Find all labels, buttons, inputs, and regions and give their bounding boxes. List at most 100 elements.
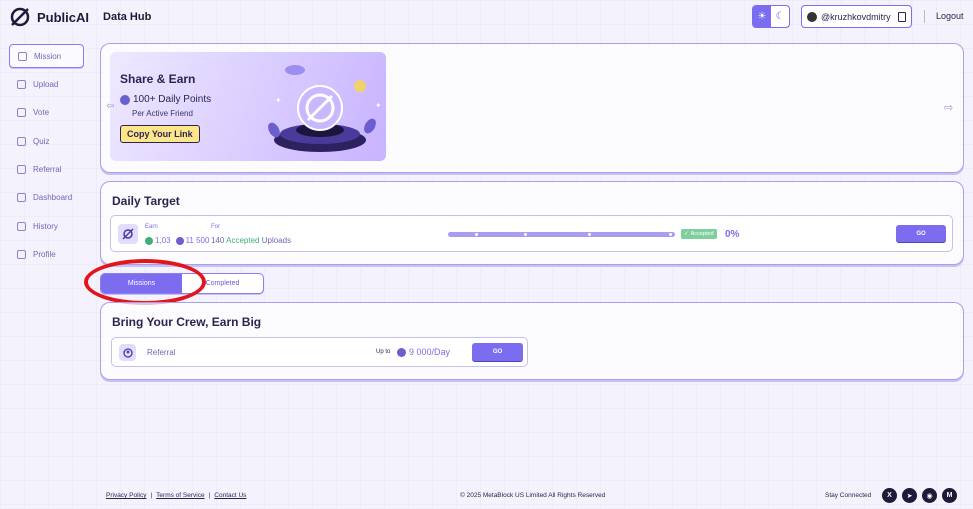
brand-name: PublicAI	[37, 9, 90, 25]
history-icon	[17, 221, 26, 231]
user-account-chip[interactable]: @kruzhkovdmitry	[801, 5, 912, 28]
daily-target-go-button[interactable]: GO	[896, 225, 946, 242]
copyright-text: © 2025 MetaBlock US Limited All Rights R…	[460, 492, 606, 499]
sun-icon[interactable]: ☀	[753, 6, 771, 27]
sidebar-item-referral[interactable]: Referral	[9, 158, 84, 182]
token-coin-icon	[145, 236, 153, 245]
social-links: X ➤ ◉ M	[882, 488, 957, 503]
publicai-badge-icon	[118, 224, 138, 244]
earn-label: Earn	[145, 224, 158, 230]
sidebar-item-quiz[interactable]: Quiz	[9, 129, 84, 153]
referral-mission-row: Referral Up to 9 000/Day GO	[111, 337, 528, 367]
daily-target-row: Earn For 1,03 11 500 140 Accepted Upload…	[110, 215, 953, 252]
upto-label: Up to	[376, 349, 391, 355]
username: @kruzhkovdmitry	[821, 11, 891, 22]
for-uploads: Uploads	[261, 236, 292, 245]
for-accepted: Accepted	[226, 236, 260, 245]
footer-links: Privacy Policy | Terms of Service | Cont…	[106, 492, 246, 499]
progress-step	[524, 233, 527, 236]
svg-text:✦: ✦	[375, 101, 380, 110]
earn-points-value: 11 500	[185, 236, 210, 245]
for-requirement: 140 Accepted Uploads	[211, 236, 291, 245]
sidebar-item-profile[interactable]: Profile	[9, 243, 84, 267]
sidebar-item-upload[interactable]: Upload	[9, 72, 84, 96]
profile-icon	[17, 250, 26, 260]
points-coin-icon	[397, 347, 406, 357]
logout-link[interactable]: Logout	[936, 11, 964, 21]
sidebar-item-label: Vote	[33, 108, 50, 118]
sidebar-item-label: Dashboard	[33, 193, 73, 203]
publicai-logo-icon	[10, 7, 30, 27]
earn-values: 1,03 11 500	[145, 236, 209, 245]
reward-amount-text: 9 000/Day	[409, 347, 451, 357]
share-earn-banner[interactable]: Share & Earn 100+ Daily Points Per Activ…	[110, 52, 386, 161]
status-badge-label: Accepted	[690, 231, 714, 237]
for-count: 140	[211, 236, 225, 245]
quiz-icon	[17, 136, 26, 146]
terms-of-service-link[interactable]: Terms of Service	[156, 492, 204, 499]
vote-icon	[17, 108, 26, 118]
brand-logo[interactable]: PublicAI Data Hub	[9, 6, 151, 28]
banner-subtitle: Per Active Friend	[132, 109, 193, 118]
top-header: PublicAI Data Hub ☀ ☾ @kruzhkovdmitry Lo…	[0, 0, 973, 36]
sidebar-item-vote[interactable]: Vote	[9, 101, 84, 125]
daily-target-title: Daily Target	[112, 194, 180, 208]
referral-icon	[17, 165, 26, 175]
upload-icon	[17, 79, 26, 89]
coin-podium-illustration: ✦ ✦	[268, 65, 380, 152]
sidebar-item-label: Profile	[33, 250, 56, 260]
check-icon: ✓	[684, 231, 689, 237]
points-coin-icon	[175, 236, 184, 245]
discord-icon[interactable]: ◉	[922, 488, 937, 503]
sidebar-item-history[interactable]: History	[9, 214, 84, 238]
promo-carousel: Share & Earn 100+ Daily Points Per Activ…	[100, 43, 964, 173]
section-name: Data Hub	[103, 11, 152, 23]
footer-separator: |	[208, 492, 211, 499]
earn-token-value: 1,03	[155, 236, 171, 245]
sidebar-item-label: Quiz	[33, 136, 50, 146]
sidebar: Mission Upload Vote Quiz Referral Dashbo…	[9, 44, 84, 271]
svg-text:✦: ✦	[275, 96, 282, 105]
copy-icon[interactable]	[898, 11, 906, 22]
banner-points-text: 100+ Daily Points	[133, 94, 212, 105]
moon-icon[interactable]: ☾	[771, 6, 789, 27]
banner-title: Share & Earn	[120, 72, 196, 86]
reward-amount: 9 000/Day	[397, 347, 450, 357]
medium-icon[interactable]: M	[942, 488, 957, 503]
footer-separator: |	[150, 492, 153, 499]
theme-toggle[interactable]: ☀ ☾	[752, 5, 790, 28]
progress-step	[588, 233, 591, 236]
banner-points: 100+ Daily Points	[120, 94, 211, 105]
progress-percent: 0%	[725, 229, 740, 240]
sidebar-item-label: Mission	[34, 51, 62, 61]
progress-step	[669, 233, 672, 236]
copy-link-button[interactable]: Copy Your Link	[120, 125, 200, 143]
header-divider	[924, 10, 925, 23]
points-coin-icon	[120, 94, 130, 105]
crew-title: Bring Your Crew, Earn Big	[112, 315, 262, 329]
avatar	[807, 11, 817, 22]
sidebar-item-mission[interactable]: Mission	[9, 44, 84, 68]
privacy-policy-link[interactable]: Privacy Policy	[106, 492, 146, 499]
sidebar-item-label: History	[33, 221, 58, 231]
progress-step	[475, 233, 478, 236]
carousel-prev-icon[interactable]: ⇦	[106, 101, 114, 112]
daily-progress-bar	[448, 232, 675, 237]
carousel-next-icon[interactable]: ⇨	[944, 101, 953, 114]
crew-card: Bring Your Crew, Earn Big Referral Up to…	[100, 302, 964, 380]
stay-connected-label: Stay Connected	[825, 492, 872, 499]
mission-icon	[18, 51, 27, 61]
referral-go-button[interactable]: GO	[472, 343, 523, 361]
daily-target-card: Daily Target Earn For 1,03 11 500 140 Ac…	[100, 181, 964, 265]
contact-us-link[interactable]: Contact Us	[214, 492, 246, 499]
referral-icon	[119, 344, 136, 361]
sidebar-item-dashboard[interactable]: Dashboard	[9, 186, 84, 210]
sidebar-item-label: Upload	[33, 79, 59, 89]
x-twitter-icon[interactable]: X	[882, 488, 897, 503]
sidebar-item-label: Referral	[33, 165, 62, 175]
dashboard-icon	[17, 193, 26, 203]
highlight-annotation	[84, 259, 206, 305]
referral-label: Referral	[147, 348, 176, 357]
telegram-icon[interactable]: ➤	[902, 488, 917, 503]
for-label: For	[211, 224, 220, 230]
